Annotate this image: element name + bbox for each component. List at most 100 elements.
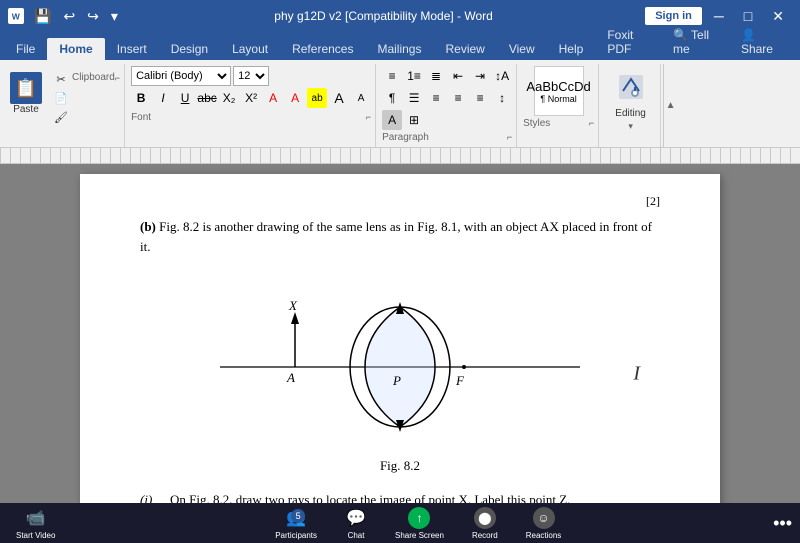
paragraph-group: ≡ 1≡ ≣ ⇤ ⇥ ↕A ¶ ☰ ≡ ≡ ≡ ↕ A ⊞ Paragraph … bbox=[378, 64, 517, 147]
record-icon: ⬤ bbox=[474, 507, 496, 529]
svg-text:P: P bbox=[392, 373, 401, 388]
clipboard-sub-buttons: ✂ 📄 🖌 bbox=[50, 70, 72, 126]
tab-file[interactable]: File bbox=[4, 38, 47, 60]
chat-label: Chat bbox=[348, 531, 365, 540]
clear-format-button[interactable]: A bbox=[263, 88, 283, 108]
reactions-icon: ☺ bbox=[533, 507, 555, 529]
justify-button[interactable]: ≡ bbox=[470, 88, 490, 108]
font-name-select[interactable]: Calibri (Body) bbox=[131, 66, 231, 86]
clipboard-label: Clipboard bbox=[72, 72, 115, 83]
tab-tell-me[interactable]: 🔍 Tell me bbox=[665, 24, 729, 60]
decrease-indent-button[interactable]: ⇤ bbox=[448, 66, 468, 86]
show-marks-button[interactable]: ¶ bbox=[382, 88, 402, 108]
font-size-select[interactable]: 12 bbox=[233, 66, 269, 86]
tab-foxit[interactable]: Foxit PDF bbox=[595, 24, 665, 60]
taskbar-more-button[interactable]: ••• bbox=[773, 513, 792, 534]
share-screen-button[interactable]: ↑ Share Screen bbox=[387, 505, 452, 542]
sort-button[interactable]: ↕A bbox=[492, 66, 512, 86]
increase-indent-button[interactable]: ⇥ bbox=[470, 66, 490, 86]
styles-group-label: Styles bbox=[523, 118, 550, 129]
redo-button[interactable]: ↪ bbox=[83, 6, 103, 27]
cut-button[interactable]: ✂ bbox=[50, 70, 72, 88]
tab-layout[interactable]: Layout bbox=[220, 38, 280, 60]
tab-home[interactable]: Home bbox=[47, 38, 104, 60]
minimize-button[interactable]: ─ bbox=[706, 6, 732, 26]
title-bar-left: W 💾 ↩ ↪ ▾ bbox=[8, 6, 122, 27]
sign-in-button[interactable]: Sign in bbox=[645, 7, 702, 25]
document-page[interactable]: [2] (b) Fig. 8.2 is another drawing of t… bbox=[80, 174, 720, 519]
record-label: Record bbox=[472, 531, 498, 540]
participants-label: Participants bbox=[275, 531, 317, 540]
participants-button[interactable]: 👥 5 Participants bbox=[267, 505, 325, 542]
clipboard-expand[interactable]: ⌐ bbox=[115, 73, 120, 83]
strikethrough-button[interactable]: abc bbox=[197, 88, 217, 108]
share-label: Share Screen bbox=[395, 531, 444, 540]
ribbon-tabs: File Home Insert Design Layout Reference… bbox=[0, 32, 800, 60]
styles-expand[interactable]: ⌐ bbox=[589, 118, 594, 129]
chat-icon: 💬 bbox=[345, 507, 367, 529]
shrink-font-button[interactable]: A bbox=[351, 88, 371, 108]
tab-mailings[interactable]: Mailings bbox=[365, 38, 433, 60]
taskbar-video-wrap: 📹 Start Video bbox=[8, 505, 63, 542]
page-number: [2] bbox=[140, 194, 660, 209]
save-button[interactable]: 💾 bbox=[30, 6, 55, 27]
tab-insert[interactable]: Insert bbox=[105, 38, 159, 60]
format-painter-button[interactable]: 🖌 bbox=[50, 108, 72, 126]
restore-button[interactable]: □ bbox=[736, 6, 760, 26]
tab-view[interactable]: View bbox=[497, 38, 547, 60]
font-group-label: Font bbox=[131, 112, 151, 123]
font-group: Calibri (Body) 12 B I U abc X₂ X² A A ab… bbox=[127, 64, 376, 147]
paragraph-expand[interactable]: ⌐ bbox=[507, 132, 512, 143]
tab-review[interactable]: Review bbox=[433, 38, 496, 60]
highlight-button[interactable]: ab bbox=[307, 88, 327, 108]
lens-svg: X A P F bbox=[190, 272, 610, 452]
tab-design[interactable]: Design bbox=[159, 38, 220, 60]
editing-group: Editing ▾ bbox=[601, 64, 661, 147]
italic-button[interactable]: I bbox=[153, 88, 173, 108]
ribbon-toolbar: 📋 Paste ✂ 📄 🖌 Clipboard ⌐ Calibri (Body)… bbox=[0, 60, 800, 148]
reactions-button[interactable]: ☺ Reactions bbox=[518, 505, 570, 542]
editing-button[interactable]: Editing bbox=[613, 66, 649, 119]
taskbar-left: 📹 Start Video bbox=[8, 505, 63, 542]
text-cursor: I bbox=[633, 363, 640, 386]
tab-references[interactable]: References bbox=[280, 38, 365, 60]
grow-font-button[interactable]: A bbox=[329, 88, 349, 108]
record-button[interactable]: ⬤ Record bbox=[464, 505, 506, 542]
participants-icon-wrap: 👥 5 bbox=[285, 507, 307, 529]
underline-button[interactable]: U bbox=[175, 88, 195, 108]
align-center-button[interactable]: ≡ bbox=[426, 88, 446, 108]
para-b-label: (b) bbox=[140, 219, 156, 234]
bold-button[interactable]: B bbox=[131, 88, 151, 108]
undo-button[interactable]: ↩ bbox=[59, 6, 79, 27]
superscript-button[interactable]: X² bbox=[241, 88, 261, 108]
paste-button[interactable]: 📋 Paste bbox=[6, 70, 46, 117]
taskbar-video[interactable]: 📹 Start Video bbox=[8, 505, 63, 542]
taskbar: 📹 Start Video 👥 5 Participants 💬 Chat ↑ … bbox=[0, 503, 800, 543]
reactions-label: Reactions bbox=[526, 531, 562, 540]
tab-help[interactable]: Help bbox=[547, 38, 596, 60]
taskbar-right: ••• bbox=[773, 513, 792, 534]
align-right-button[interactable]: ≡ bbox=[448, 88, 468, 108]
bullets-button[interactable]: ≡ bbox=[382, 66, 402, 86]
tab-share[interactable]: 👤 Share bbox=[729, 24, 796, 60]
subscript-button[interactable]: X₂ bbox=[219, 88, 239, 108]
align-left-button[interactable]: ☰ bbox=[404, 88, 424, 108]
multilevel-button[interactable]: ≣ bbox=[426, 66, 446, 86]
numbering-button[interactable]: 1≡ bbox=[404, 66, 424, 86]
line-spacing-button[interactable]: ↕ bbox=[492, 88, 512, 108]
chat-button[interactable]: 💬 Chat bbox=[337, 505, 375, 542]
document-area: [2] (b) Fig. 8.2 is another drawing of t… bbox=[0, 164, 800, 519]
word-icon: W bbox=[8, 8, 24, 24]
font-expand[interactable]: ⌐ bbox=[366, 112, 371, 123]
font-color-button[interactable]: A bbox=[285, 88, 305, 108]
svg-text:X: X bbox=[288, 298, 298, 313]
collapse-ribbon-button[interactable]: ▲ bbox=[663, 64, 677, 147]
copy-button[interactable]: 📄 bbox=[50, 89, 72, 107]
shading-button[interactable]: A bbox=[382, 110, 402, 130]
fig-caption: Fig. 8.2 bbox=[380, 458, 420, 474]
styles-button[interactable]: AaBbCcDd ¶ Normal bbox=[534, 66, 584, 116]
para-b-text: Fig. 8.2 is another drawing of the same … bbox=[140, 219, 652, 254]
paste-icon: 📋 bbox=[10, 72, 42, 104]
border-button[interactable]: ⊞ bbox=[404, 110, 424, 130]
more-button[interactable]: ▾ bbox=[107, 6, 122, 27]
